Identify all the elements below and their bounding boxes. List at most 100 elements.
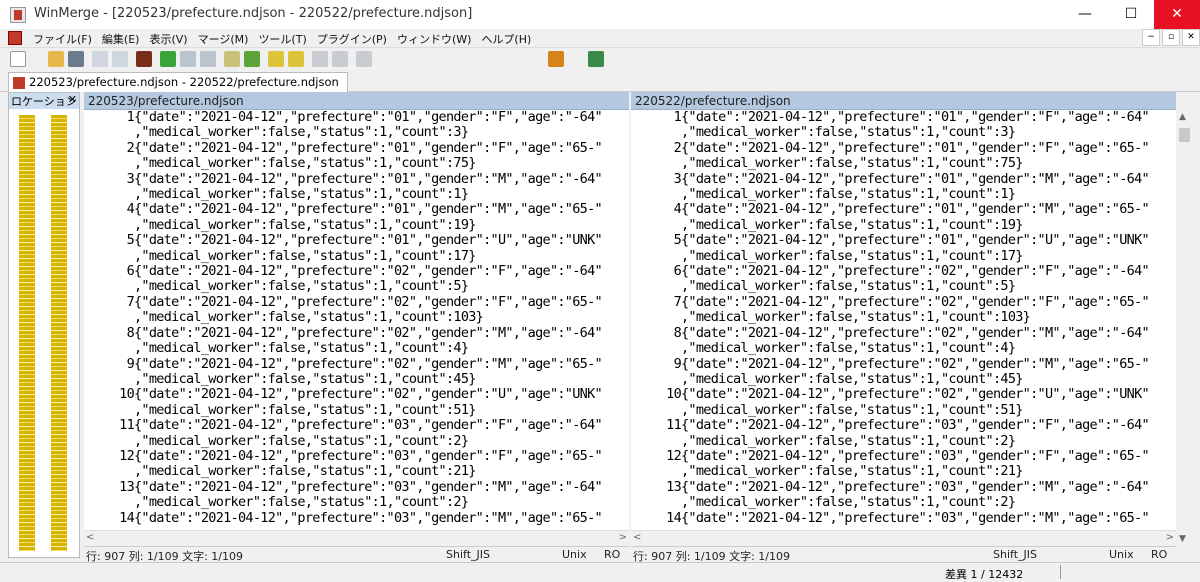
prev-diff-icon[interactable]: [288, 51, 304, 67]
mdi-minimize-button[interactable]: −: [1142, 29, 1160, 46]
right-code-view[interactable]: 1{"date":"2021-04-12","prefecture":"01",…: [631, 110, 1176, 530]
mdi-close-button[interactable]: ✕: [1182, 29, 1200, 46]
code-line[interactable]: ,"medical_worker":false,"status":1,"coun…: [631, 371, 1176, 387]
copy-left-icon[interactable]: [160, 51, 176, 67]
code-line[interactable]: ,"medical_worker":false,"status":1,"coun…: [84, 186, 629, 202]
code-line[interactable]: ,"medical_worker":false,"status":1,"coun…: [84, 433, 629, 449]
maximize-button[interactable]: ☐: [1108, 0, 1154, 29]
code-line[interactable]: 9{"date":"2021-04-12","prefecture":"02",…: [84, 356, 629, 372]
code-line[interactable]: ,"medical_worker":false,"status":1,"coun…: [84, 464, 629, 479]
open-icon[interactable]: [48, 51, 64, 67]
code-line[interactable]: ,"medical_worker":false,"status":1,"coun…: [631, 248, 1176, 264]
code-line[interactable]: 6{"date":"2021-04-12","prefecture":"02",…: [84, 263, 629, 279]
menu-file[interactable]: ファイル(F): [28, 31, 97, 47]
location-pane-close-icon[interactable]: ✕: [68, 93, 77, 106]
code-line[interactable]: 8{"date":"2021-04-12","prefecture":"02",…: [84, 325, 629, 341]
code-line[interactable]: 1{"date":"2021-04-12","prefecture":"01",…: [84, 110, 629, 125]
code-line[interactable]: 12{"date":"2021-04-12","prefecture":"03"…: [631, 448, 1176, 464]
left-horizontal-scrollbar[interactable]: < >: [84, 530, 629, 546]
left-code-view[interactable]: 1{"date":"2021-04-12","prefecture":"01",…: [84, 110, 629, 530]
winmerge-app-icon[interactable]: [10, 7, 26, 23]
code-line[interactable]: ,"medical_worker":false,"status":1,"coun…: [631, 464, 1176, 479]
code-line[interactable]: ,"medical_worker":false,"status":1,"coun…: [631, 125, 1176, 140]
code-line[interactable]: 2{"date":"2021-04-12","prefecture":"01",…: [631, 140, 1176, 156]
undo-icon[interactable]: [92, 51, 108, 67]
code-line[interactable]: 3{"date":"2021-04-12","prefecture":"01",…: [631, 171, 1176, 187]
code-line[interactable]: 6{"date":"2021-04-12","prefecture":"02",…: [631, 263, 1176, 279]
code-line[interactable]: ,"medical_worker":false,"status":1,"coun…: [631, 402, 1176, 418]
menu-help[interactable]: ヘルプ(H): [476, 31, 536, 47]
copy-all-icon[interactable]: [200, 51, 216, 67]
document-icon[interactable]: [8, 31, 22, 45]
current-diff-icon[interactable]: [356, 51, 372, 67]
scroll-left-icon[interactable]: <: [633, 532, 641, 543]
code-line[interactable]: ,"medical_worker":false,"status":1,"coun…: [631, 340, 1176, 356]
last-diff-icon[interactable]: [332, 51, 348, 67]
save-icon[interactable]: [68, 51, 84, 67]
scroll-up-icon[interactable]: ▲: [1179, 112, 1186, 122]
print-icon[interactable]: [136, 51, 152, 67]
code-line[interactable]: 4{"date":"2021-04-12","prefecture":"01",…: [84, 202, 629, 218]
code-line[interactable]: 2{"date":"2021-04-12","prefecture":"01",…: [84, 140, 629, 156]
code-line[interactable]: 14{"date":"2021-04-12","prefecture":"03"…: [631, 510, 1176, 526]
code-line[interactable]: ,"medical_worker":false,"status":1,"coun…: [631, 310, 1176, 325]
code-line[interactable]: ,"medical_worker":false,"status":1,"coun…: [84, 279, 629, 294]
code-line[interactable]: 4{"date":"2021-04-12","prefecture":"01",…: [631, 202, 1176, 218]
merge-all-icon[interactable]: [244, 51, 260, 67]
scroll-right-icon[interactable]: >: [1166, 532, 1174, 543]
vertical-scrollbar[interactable]: ▲ ▼: [1176, 110, 1193, 546]
location-bar-right[interactable]: [51, 115, 67, 551]
menu-merge[interactable]: マージ(M): [193, 31, 254, 47]
scroll-thumb[interactable]: [1179, 128, 1190, 142]
location-bar-left[interactable]: [19, 115, 35, 551]
code-line[interactable]: ,"medical_worker":false,"status":1,"coun…: [84, 248, 629, 264]
code-line[interactable]: ,"medical_worker":false,"status":1,"coun…: [84, 310, 629, 325]
next-diff-icon[interactable]: [268, 51, 284, 67]
code-line[interactable]: 13{"date":"2021-04-12","prefecture":"03"…: [631, 479, 1176, 495]
redo-icon[interactable]: [112, 51, 128, 67]
code-line[interactable]: ,"medical_worker":false,"status":1,"coun…: [631, 217, 1176, 233]
scroll-down-icon[interactable]: ▼: [1179, 534, 1186, 544]
code-line[interactable]: 12{"date":"2021-04-12","prefecture":"03"…: [84, 448, 629, 464]
close-button[interactable]: ✕: [1154, 0, 1200, 29]
right-file-pane[interactable]: 220522/prefecture.ndjson 1{"date":"2021-…: [631, 92, 1176, 546]
code-line[interactable]: 14{"date":"2021-04-12","prefecture":"03"…: [84, 510, 629, 526]
menu-edit[interactable]: 編集(E): [97, 31, 145, 47]
right-horizontal-scrollbar[interactable]: < >: [631, 530, 1176, 546]
code-line[interactable]: ,"medical_worker":false,"status":1,"coun…: [84, 156, 629, 171]
code-line[interactable]: ,"medical_worker":false,"status":1,"coun…: [84, 340, 629, 356]
code-line[interactable]: 10{"date":"2021-04-12","prefecture":"02"…: [631, 386, 1176, 402]
code-line[interactable]: ,"medical_worker":false,"status":1,"coun…: [631, 433, 1176, 449]
new-icon[interactable]: [10, 51, 26, 67]
minimize-button[interactable]: —: [1062, 0, 1108, 29]
code-line[interactable]: 7{"date":"2021-04-12","prefecture":"02",…: [84, 294, 629, 310]
code-line[interactable]: 8{"date":"2021-04-12","prefecture":"02",…: [631, 325, 1176, 341]
code-line[interactable]: ,"medical_worker":false,"status":1,"coun…: [631, 494, 1176, 510]
code-line[interactable]: 7{"date":"2021-04-12","prefecture":"02",…: [631, 294, 1176, 310]
location-pane[interactable]: ロケーション / ✕: [8, 92, 80, 558]
code-line[interactable]: 3{"date":"2021-04-12","prefecture":"01",…: [84, 171, 629, 187]
menu-plugins[interactable]: プラグイン(P): [312, 31, 392, 47]
code-line[interactable]: 11{"date":"2021-04-12","prefecture":"03"…: [631, 417, 1176, 433]
code-line[interactable]: 13{"date":"2021-04-12","prefecture":"03"…: [84, 479, 629, 495]
code-line[interactable]: ,"medical_worker":false,"status":1,"coun…: [84, 371, 629, 387]
scroll-left-icon[interactable]: <: [86, 532, 94, 543]
document-tab[interactable]: 220523/prefecture.ndjson - 220522/prefec…: [8, 72, 348, 92]
code-line[interactable]: ,"medical_worker":false,"status":1,"coun…: [631, 186, 1176, 202]
code-line[interactable]: 9{"date":"2021-04-12","prefecture":"02",…: [631, 356, 1176, 372]
mdi-restore-button[interactable]: ▫: [1162, 29, 1180, 46]
code-line[interactable]: 1{"date":"2021-04-12","prefecture":"01",…: [631, 110, 1176, 125]
code-line[interactable]: ,"medical_worker":false,"status":1,"coun…: [84, 125, 629, 140]
menu-view[interactable]: 表示(V): [144, 31, 192, 47]
code-line[interactable]: ,"medical_worker":false,"status":1,"coun…: [631, 156, 1176, 171]
code-line[interactable]: 10{"date":"2021-04-12","prefecture":"02"…: [84, 386, 629, 402]
code-line[interactable]: ,"medical_worker":false,"status":1,"coun…: [84, 217, 629, 233]
code-line[interactable]: 5{"date":"2021-04-12","prefecture":"01",…: [84, 232, 629, 248]
refresh-icon[interactable]: [588, 51, 604, 67]
copy-right-icon[interactable]: [180, 51, 196, 67]
code-line[interactable]: ,"medical_worker":false,"status":1,"coun…: [84, 494, 629, 510]
scroll-right-icon[interactable]: >: [619, 532, 627, 543]
merge-icon[interactable]: [224, 51, 240, 67]
first-diff-icon[interactable]: [312, 51, 328, 67]
code-line[interactable]: 5{"date":"2021-04-12","prefecture":"01",…: [631, 232, 1176, 248]
